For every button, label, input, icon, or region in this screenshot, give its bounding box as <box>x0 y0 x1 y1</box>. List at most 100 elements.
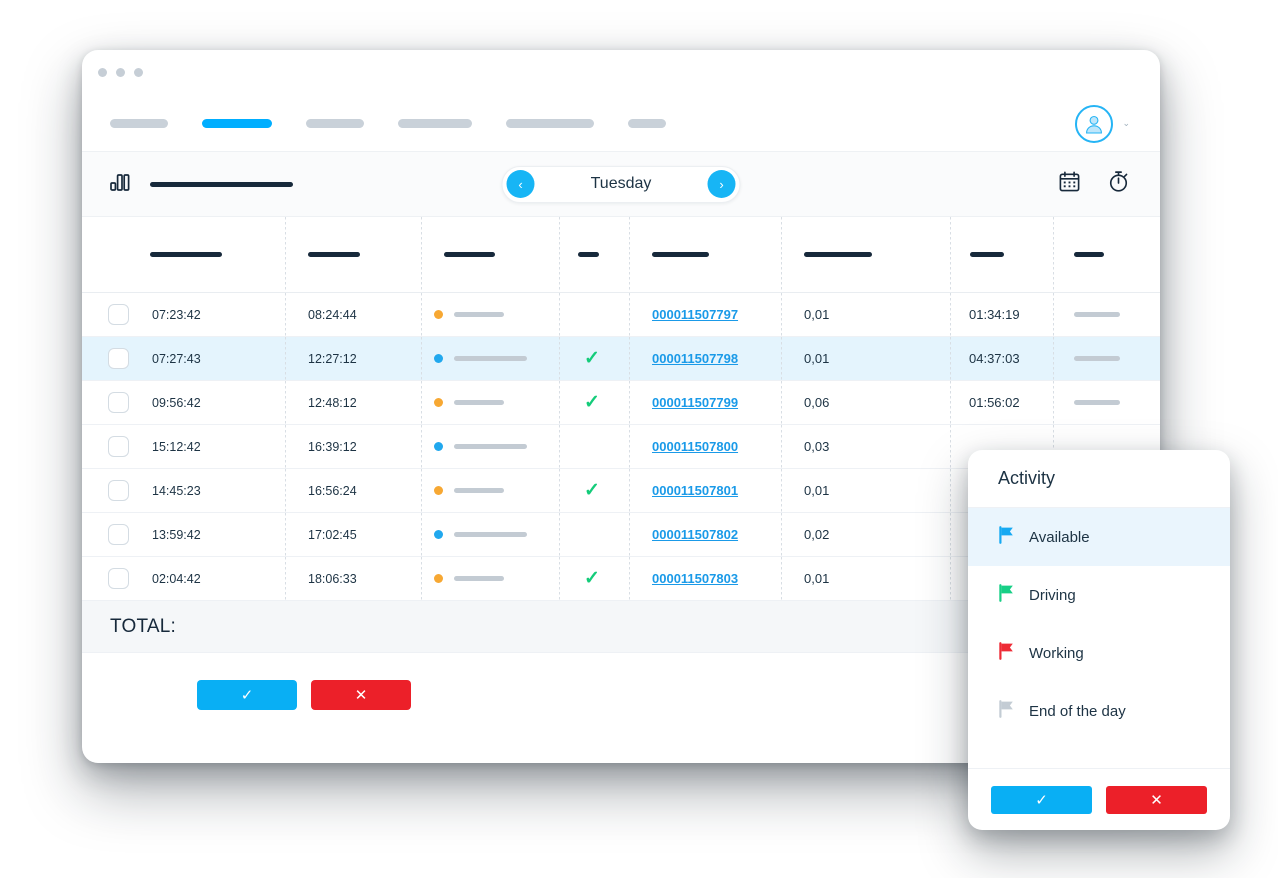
chevron-down-icon[interactable]: ⌄ <box>1122 119 1130 128</box>
cell-doc: 000011507803 <box>630 557 782 600</box>
next-day-button[interactable]: › <box>707 170 736 198</box>
header-col-status[interactable] <box>422 217 560 292</box>
activity-option-driving[interactable]: Driving <box>968 566 1230 624</box>
nav-tab-6[interactable] <box>628 119 666 128</box>
nav-tab-5[interactable] <box>506 119 594 128</box>
row-checkbox[interactable] <box>108 392 129 413</box>
activity-option-end-of-the-day[interactable]: End of the day <box>968 682 1230 740</box>
row-checkbox[interactable] <box>108 524 129 545</box>
activity-option-working[interactable]: Working <box>968 624 1230 682</box>
activity-panel-header: Activity <box>968 450 1230 508</box>
start-time-value: 13:59:42 <box>152 527 201 542</box>
status-dot-icon <box>434 398 443 407</box>
row-checkbox[interactable] <box>108 304 129 325</box>
status-label-placeholder <box>454 488 504 493</box>
prev-day-button[interactable]: ‹ <box>506 170 535 198</box>
cell-qty: 0,01 <box>782 293 951 336</box>
nav-tab-2[interactable] <box>202 119 272 128</box>
window-dot-2[interactable] <box>116 68 125 77</box>
cell-end: 17:02:45 <box>286 513 422 556</box>
status-label-placeholder <box>454 576 504 581</box>
activity-option-available[interactable]: Available <box>968 508 1230 566</box>
document-link[interactable]: 000011507797 <box>652 307 738 322</box>
row-checkbox[interactable] <box>108 568 129 589</box>
cell-qty: 0,01 <box>782 469 951 512</box>
cell-dur: 04:37:03 <box>951 337 1054 380</box>
user-avatar-icon[interactable] <box>1075 104 1114 143</box>
current-day-label: Tuesday <box>590 175 652 192</box>
header-label-placeholder <box>578 252 599 257</box>
cell-status <box>422 337 560 380</box>
header-col-start[interactable] <box>82 217 286 292</box>
header-col-quantity[interactable] <box>782 217 951 292</box>
header-col-extra[interactable] <box>1054 217 1160 292</box>
approved-check-icon: ✓ <box>584 392 600 413</box>
document-link[interactable]: 000011507799 <box>652 395 738 410</box>
cell-start: 13:59:42 <box>82 513 286 556</box>
activity-panel: Activity Available Driving Working End of t… <box>968 450 1230 830</box>
day-navigator: ‹ Tuesday › <box>501 165 741 203</box>
status-label-placeholder <box>454 356 527 361</box>
cell-start: 09:56:42 <box>82 381 286 424</box>
cancel-button[interactable]: ✕ <box>311 680 411 710</box>
status-dot-icon <box>434 310 443 319</box>
confirm-button[interactable]: ✓ <box>197 680 297 710</box>
cell-status <box>422 513 560 556</box>
cell-end: 12:48:12 <box>286 381 422 424</box>
nav-tab-1[interactable] <box>110 119 168 128</box>
header-col-document[interactable] <box>630 217 782 292</box>
top-navbar: ⌄ <box>82 96 1160 151</box>
activity-cancel-button[interactable]: ✕ <box>1106 785 1207 814</box>
total-label: TOTAL: <box>110 615 176 637</box>
toolbar-right <box>1058 170 1130 198</box>
row-checkbox[interactable] <box>108 480 129 501</box>
document-link[interactable]: 000011507798 <box>652 351 738 366</box>
header-col-duration[interactable] <box>951 217 1054 292</box>
window-dot-1[interactable] <box>98 68 107 77</box>
user-menu[interactable]: ⌄ <box>1075 104 1130 143</box>
nav-tab-list <box>110 119 700 128</box>
quantity-value: 0,01 <box>804 571 830 586</box>
quantity-value: 0,03 <box>804 439 830 454</box>
document-link[interactable]: 000011507803 <box>652 571 738 586</box>
cell-end: 12:27:12 <box>286 337 422 380</box>
document-link[interactable]: 000011507800 <box>652 439 738 454</box>
header-col-end[interactable] <box>286 217 422 292</box>
document-link[interactable]: 000011507801 <box>652 483 738 498</box>
start-time-value: 15:12:42 <box>152 439 201 454</box>
activity-panel-title: Activity <box>998 468 1056 488</box>
header-col-approved[interactable] <box>560 217 630 292</box>
cell-end: 16:56:24 <box>286 469 422 512</box>
cell-qty: 0,03 <box>782 425 951 468</box>
start-time-value: 09:56:42 <box>152 395 201 410</box>
table-row[interactable]: 09:56:42 12:48:12 ✓ 000011507799 0,06 01:56:0… <box>82 381 1160 425</box>
bar-chart-icon <box>110 172 132 197</box>
cell-extra <box>1054 381 1160 424</box>
calendar-icon[interactable] <box>1058 170 1081 198</box>
start-time-value: 07:23:42 <box>152 307 201 322</box>
header-label-placeholder <box>970 252 1004 257</box>
header-label-placeholder <box>150 252 222 257</box>
approved-check-icon: ✓ <box>584 480 600 501</box>
start-time-value: 14:45:23 <box>152 483 201 498</box>
table-row[interactable]: 07:23:42 08:24:44 000011507797 0,01 01:34:19 <box>82 293 1160 337</box>
extra-value-placeholder <box>1074 400 1120 405</box>
table-row[interactable]: 07:27:43 12:27:12 ✓ 000011507798 0,01 04:37:0… <box>82 337 1160 381</box>
end-time-value: 17:02:45 <box>308 527 357 542</box>
cell-extra <box>1054 337 1160 380</box>
nav-tab-3[interactable] <box>306 119 364 128</box>
window-titlebar <box>82 50 1160 96</box>
window-dot-3[interactable] <box>134 68 143 77</box>
document-link[interactable]: 000011507802 <box>652 527 738 542</box>
cell-status <box>422 381 560 424</box>
end-time-value: 08:24:44 <box>308 307 357 322</box>
nav-tab-4[interactable] <box>398 119 472 128</box>
stopwatch-icon[interactable] <box>1107 170 1130 198</box>
flag-icon <box>998 642 1015 664</box>
row-checkbox[interactable] <box>108 436 129 457</box>
quantity-value: 0,01 <box>804 307 830 322</box>
status-label-placeholder <box>454 444 527 449</box>
cell-qty: 0,01 <box>782 557 951 600</box>
activity-confirm-button[interactable]: ✓ <box>991 785 1092 814</box>
row-checkbox[interactable] <box>108 348 129 369</box>
